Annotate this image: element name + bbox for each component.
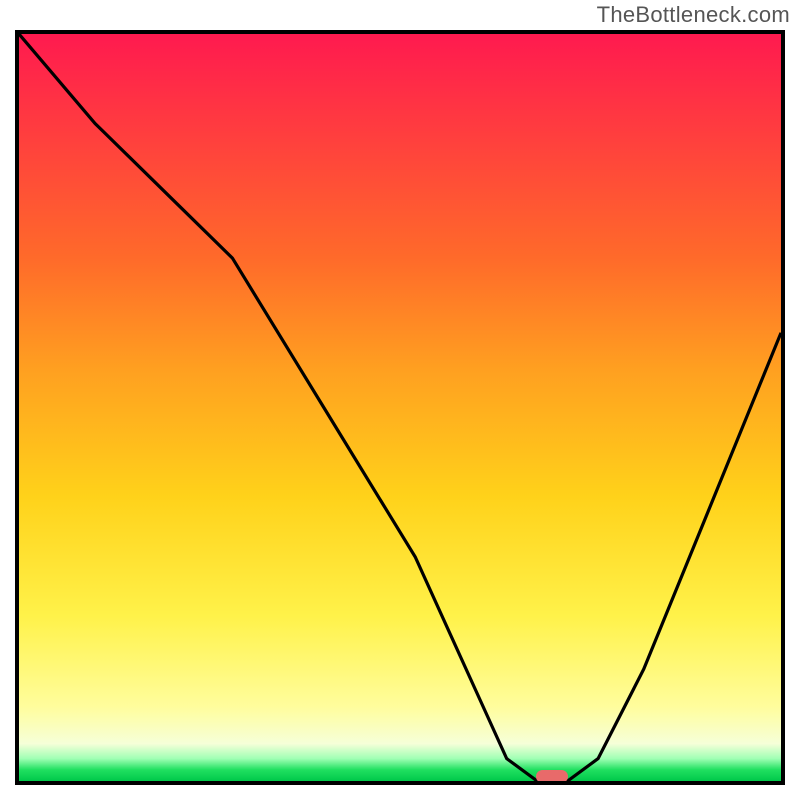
watermark-text: TheBottleneck.com [597,2,790,28]
chart-frame: TheBottleneck.com [0,0,800,800]
plot-area [15,30,785,785]
optimal-point-pill [536,770,568,783]
curve-path [19,34,781,781]
bottleneck-curve [19,34,781,781]
